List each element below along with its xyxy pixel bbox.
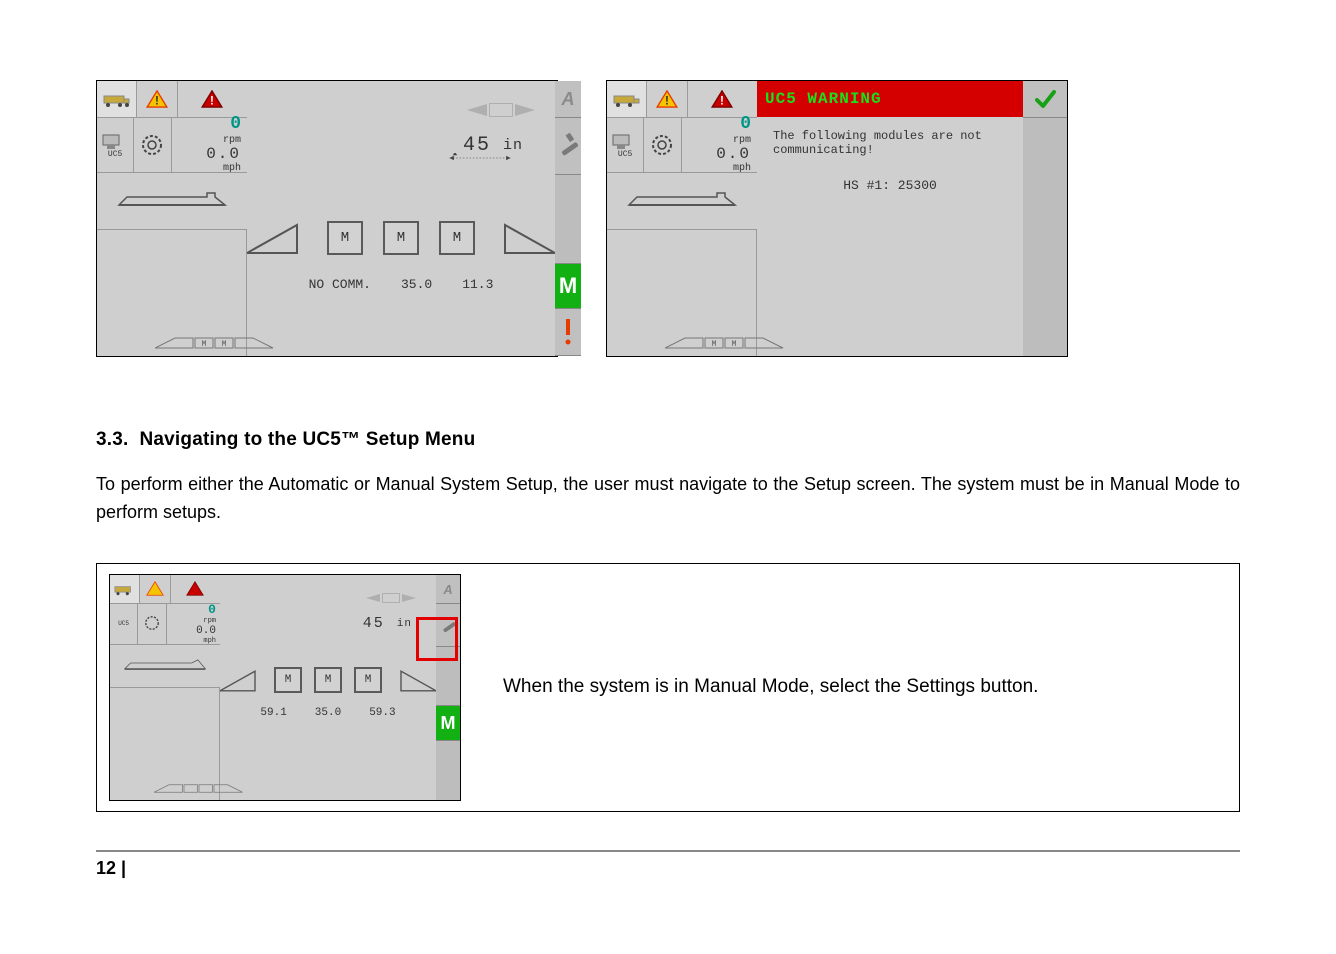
auto-button-a[interactable]: A	[555, 81, 581, 118]
blade-indicator-icon	[366, 593, 416, 603]
mode-button[interactable]: M	[436, 706, 460, 741]
svg-text:M: M	[222, 340, 227, 349]
blade-indicators: M M M	[220, 667, 436, 693]
readout-cell: 0 rpm 0.0 mph	[682, 117, 757, 173]
svg-text:M: M	[202, 340, 207, 349]
blade-values: 59.1 35.0 59.3	[220, 707, 436, 719]
warning-icon-yellow	[140, 575, 170, 604]
figure-row: ! ! UC5 0 rpm	[96, 80, 1240, 357]
warning-icon-red: !	[178, 81, 247, 118]
section-paragraph: To perform either the Automatic or Manua…	[96, 471, 1240, 527]
warning-msg-line2: communicating!	[773, 143, 874, 157]
warning-banner: UC5 WARNING	[757, 81, 1023, 117]
height-readout: 45 in	[220, 603, 436, 645]
truck-icon	[97, 81, 137, 118]
uc5-label: UC5	[618, 150, 632, 159]
warning-icon-yellow: !	[137, 81, 177, 118]
uc5-label: UC5	[108, 150, 122, 159]
rpm-value: 0	[230, 115, 241, 135]
warning-body: The following modules are not communicat…	[757, 117, 1023, 205]
svg-text:A: A	[442, 582, 452, 597]
height-readout: 45 in	[247, 117, 555, 173]
truck-icon	[607, 81, 647, 118]
warning-msg-line1: The following modules are not	[773, 129, 982, 143]
svg-text:!: !	[721, 94, 725, 107]
svg-text:!: !	[211, 94, 215, 107]
m-box-2: M	[383, 221, 419, 255]
warning-module: HS #1: 25300	[773, 178, 1007, 193]
instruction-screenshot: UC5 0 rpm 0.0 mph	[109, 574, 461, 801]
svg-text:M: M	[732, 340, 737, 349]
section-heading: 3.3. Navigating to the UC5™ Setup Menu	[96, 429, 1240, 451]
gear-icon	[134, 117, 171, 173]
bottom-tabs-icon: MM	[665, 332, 785, 350]
truck-icon	[110, 575, 140, 604]
blade-indicators: M M M	[247, 221, 555, 255]
blade-values: NO COMM. 35.0 11.3	[247, 277, 555, 292]
page-number: 12 |	[96, 850, 1240, 879]
blade-indicator-icon	[467, 103, 535, 117]
control-screen-figure-1: ! ! UC5 0 rpm	[96, 80, 558, 357]
reading-unit: in	[503, 137, 523, 154]
warning-icon-yellow: !	[647, 81, 687, 118]
section-number: 3.3.	[96, 429, 129, 450]
instruction-table: UC5 0 rpm 0.0 mph	[96, 563, 1240, 812]
warning-screen-figure-2: ! ! UC5 0 rpm	[606, 80, 1068, 357]
svg-text:!: !	[665, 94, 669, 107]
auto-button-a[interactable]: A	[436, 575, 460, 604]
gear-icon	[644, 117, 681, 173]
warning-icon-red	[171, 575, 220, 604]
m-box-3: M	[439, 221, 475, 255]
uc5-module-icon: UC5	[97, 117, 134, 173]
settings-button[interactable]	[555, 118, 581, 175]
uc5-module-icon: UC5	[110, 603, 138, 645]
section-title: Navigating to the UC5™ Setup Menu	[139, 429, 475, 450]
instruction-description: When the system is in Manual Mode, selec…	[473, 652, 1239, 722]
value-1: NO COMM.	[309, 277, 371, 292]
alert-button[interactable]	[555, 309, 581, 356]
uc5-module-icon: UC5	[607, 117, 644, 173]
bottom-tabs-icon	[154, 780, 244, 794]
gauge-indicator	[97, 173, 247, 230]
value-2: 35.0	[401, 277, 432, 292]
speed-value: 0.0	[716, 146, 751, 164]
readout-cell: 0 rpm 0.0 mph	[167, 603, 220, 645]
speed-value: 0.0	[206, 146, 241, 164]
confirm-button[interactable]	[1023, 81, 1067, 118]
value-3: 11.3	[462, 277, 493, 292]
readout-cell: 0 rpm 0.0 mph	[172, 117, 247, 173]
svg-text:!: !	[155, 94, 159, 107]
settings-button[interactable]	[436, 604, 460, 647]
gauge-indicator	[110, 645, 220, 688]
svg-text:A: A	[561, 89, 575, 109]
rpm-value: 0	[740, 115, 751, 135]
gear-icon	[138, 603, 166, 645]
rpm-label: rpm	[223, 135, 241, 146]
rpm-label: rpm	[733, 135, 751, 146]
svg-text:M: M	[712, 340, 717, 349]
bottom-tabs-icon: MM	[155, 332, 275, 350]
m-box-1: M	[327, 221, 363, 255]
mode-button[interactable]: M	[555, 264, 581, 309]
gauge-indicator	[607, 173, 757, 230]
warning-icon-red: !	[688, 81, 757, 118]
